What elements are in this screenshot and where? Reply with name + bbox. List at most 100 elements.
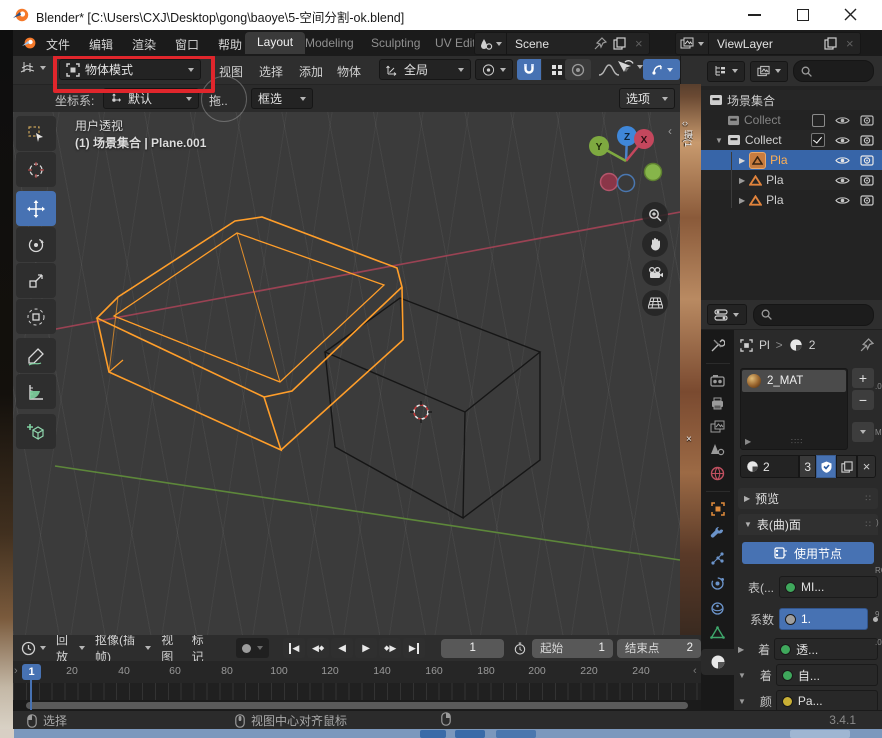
narrow-editor-strip[interactable]: ‹› 摄(1 × — [680, 56, 701, 635]
camera-view-button[interactable] — [642, 260, 668, 286]
tab-object-icon[interactable] — [711, 502, 725, 516]
duplicate-material-icon[interactable] — [836, 455, 857, 478]
slot-remove-button[interactable]: − — [852, 390, 874, 410]
viewport-menu-object[interactable]: 物体 — [337, 63, 361, 80]
eye-icon[interactable] — [835, 156, 850, 165]
fake-user-shield-toggle[interactable] — [816, 455, 836, 478]
disclosure-closed-icon[interactable]: ▶ — [739, 156, 745, 165]
camera-visibility-icon[interactable] — [860, 195, 874, 206]
scene-icon[interactable] — [475, 33, 507, 54]
camera-visibility-icon[interactable] — [860, 175, 874, 186]
tool-move[interactable] — [16, 191, 56, 226]
surface-section-header[interactable]: ▼ 表(曲)面 ∷ — [738, 514, 878, 535]
outliner-row-object-active[interactable]: ▶ Pla — [701, 150, 882, 170]
shader-dropdown[interactable]: MI... — [779, 576, 878, 598]
strip-resize-chevrons[interactable]: ‹› — [682, 118, 688, 128]
timeline-tick-strip[interactable] — [13, 683, 701, 700]
pan-view-button[interactable] — [642, 231, 668, 257]
outliner-display-mode-dropdown[interactable] — [707, 61, 745, 82]
tab-physics-icon[interactable] — [710, 576, 725, 591]
viewport-canvas[interactable]: 用户透视 (1) 场景集合 | Plane.001 — [13, 112, 680, 635]
playhead-line[interactable] — [30, 680, 32, 710]
current-frame-field[interactable]: 1 — [441, 639, 504, 658]
current-frame-badge[interactable]: 1 — [22, 664, 41, 680]
scene-name[interactable]: Scene — [507, 37, 591, 51]
minimize-button[interactable] — [748, 14, 761, 16]
mode-dropdown[interactable]: 物体模式 — [59, 59, 201, 80]
frame-start-field[interactable]: 起始 1 — [532, 639, 613, 658]
breadcrumb-material-name[interactable]: 2 — [809, 338, 816, 352]
slot-add-button[interactable]: + — [852, 368, 874, 388]
tool-add-cube[interactable] — [16, 414, 56, 449]
grip-dots[interactable]: ∷ — [865, 493, 872, 504]
menu-window[interactable]: 窗口 — [175, 36, 199, 53]
viewlayer-name[interactable]: ViewLayer — [709, 37, 821, 51]
snap-magnet-toggle[interactable] — [517, 59, 541, 80]
zoom-view-button[interactable] — [642, 202, 668, 228]
timeline-scrollbar-thumb[interactable] — [26, 702, 688, 709]
remove-viewlayer-icon[interactable]: × — [840, 36, 860, 51]
play-reverse-button[interactable]: ◀ — [331, 638, 353, 658]
tab-material-active[interactable] — [701, 649, 734, 675]
exclude-checkbox-unchecked[interactable] — [812, 114, 825, 127]
blender-menu-icon[interactable] — [21, 35, 37, 51]
jump-to-end-button[interactable]: ▶ — [403, 638, 425, 658]
color-dropdown[interactable]: Pa... — [776, 690, 878, 712]
prev-keyframe-button[interactable]: ◀◆ — [307, 638, 329, 658]
camera-visibility-icon[interactable] — [860, 155, 874, 166]
tab-scene-icon[interactable] — [710, 443, 725, 456]
disclosure-closed-icon[interactable]: ▶ — [739, 196, 745, 205]
eye-icon[interactable] — [835, 116, 850, 125]
keying-set-dropdown[interactable] — [257, 646, 263, 650]
menu-render[interactable]: 渲染 — [132, 36, 156, 53]
editor-type-dropdown[interactable] — [19, 59, 46, 76]
exclude-checkbox-checked[interactable] — [811, 133, 825, 147]
tab-modeling[interactable]: Modeling — [305, 36, 354, 50]
tab-layout[interactable]: Layout — [245, 32, 305, 54]
tab-output-icon[interactable] — [710, 397, 725, 410]
gizmo-dropdown[interactable] — [643, 59, 680, 80]
viewlayer-icon[interactable] — [676, 33, 709, 54]
viewport-menu-add[interactable]: 添加 — [299, 63, 323, 80]
use-nodes-button[interactable]: 使用节点 — [742, 542, 874, 564]
breadcrumb-object-name[interactable]: Pl — [759, 338, 770, 352]
tool-transform[interactable] — [16, 299, 56, 334]
eye-icon[interactable] — [835, 196, 850, 205]
tab-render-icon[interactable] — [710, 374, 725, 387]
jump-to-start-button[interactable]: ◀ — [283, 638, 305, 658]
material-slot-selected[interactable]: 2_MAT — [742, 370, 846, 392]
outliner-row-object[interactable]: ▶ Pla — [701, 190, 882, 210]
pin-icon[interactable] — [591, 37, 610, 50]
close-button[interactable] — [844, 8, 857, 21]
ortho-grid-button[interactable] — [642, 290, 668, 316]
sidebar-collapse-chevron[interactable]: ‹ — [668, 124, 672, 138]
outliner-search-input[interactable] — [793, 60, 874, 82]
box-select-dropdown[interactable]: 框选 — [251, 88, 313, 109]
frame-end-field[interactable]: 结束点 2 — [617, 639, 701, 658]
outliner-row-collection[interactable]: ▼ Collect — [701, 130, 882, 150]
slot-specials-dropdown[interactable] — [852, 422, 874, 442]
maximize-button[interactable] — [797, 9, 809, 21]
outliner-row-scene-collection[interactable]: 场景集合 — [701, 90, 882, 110]
row-expanded-icon[interactable]: ▼ — [738, 697, 746, 706]
disclosure-open-icon[interactable]: ▼ — [715, 136, 723, 145]
new-viewlayer-icon[interactable] — [821, 37, 840, 50]
tab-modifiers-icon[interactable] — [710, 526, 725, 541]
tab-sculpting[interactable]: Sculpting — [371, 36, 420, 50]
tool-scale[interactable] — [16, 263, 56, 298]
menu-help[interactable]: 帮助 — [218, 36, 242, 53]
eye-icon[interactable] — [835, 136, 850, 145]
timeline-ruler[interactable]: 20 40 60 80 100 120 140 160 180 200 220 … — [13, 661, 701, 683]
visibility-dropdown[interactable] — [616, 59, 643, 74]
proportional-edit-toggle[interactable] — [565, 59, 591, 80]
outliner-row-object[interactable]: ▶ Pla — [701, 170, 882, 190]
shader-dropdown[interactable]: 透... — [774, 638, 878, 660]
tool-select-box[interactable] — [16, 116, 56, 151]
coord-system-dropdown[interactable]: 默认 — [103, 88, 199, 109]
outliner-filter-dropdown[interactable] — [750, 61, 788, 82]
tab-uv-edit[interactable]: UV Edit — [435, 36, 476, 50]
tool-cursor[interactable] — [16, 152, 56, 187]
camera-visibility-icon[interactable] — [860, 135, 874, 146]
tab-world-icon[interactable] — [710, 466, 725, 481]
outliner-row-collection-excluded[interactable]: Collect — [701, 110, 882, 130]
